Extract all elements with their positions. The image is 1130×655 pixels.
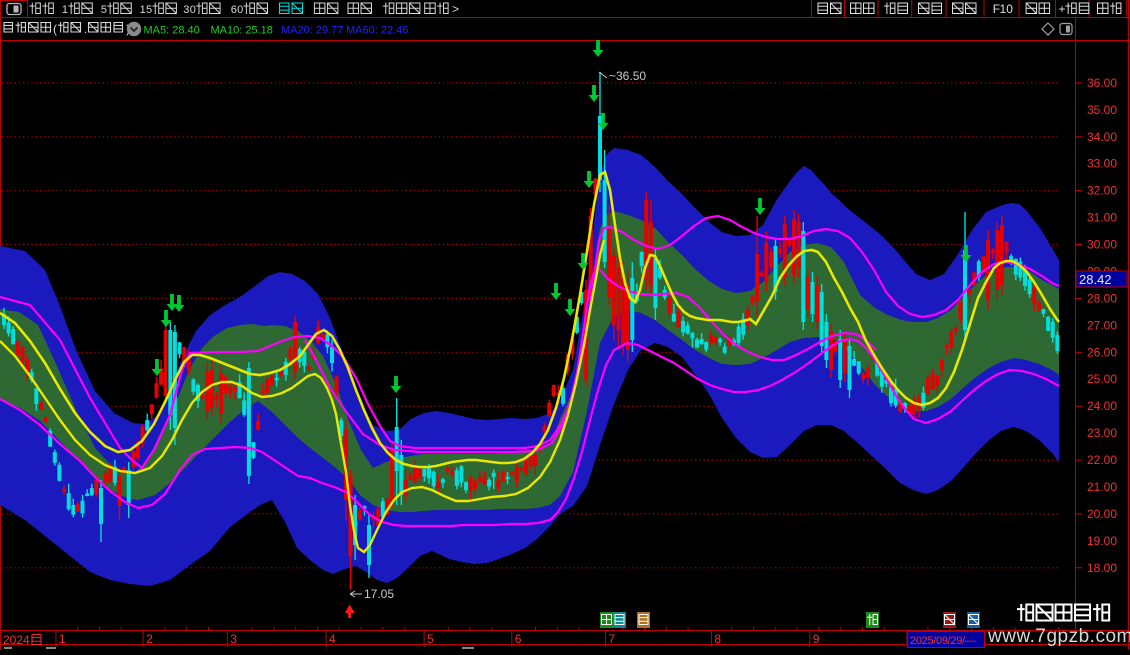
svg-text:3: 3 (183, 4, 189, 16)
svg-text:.: . (84, 22, 87, 36)
svg-text:~36.50: ~36.50 (609, 69, 646, 83)
svg-text:2024: 2024 (3, 633, 30, 647)
svg-text:22.00: 22.00 (1087, 453, 1117, 467)
svg-text:23.00: 23.00 (1087, 426, 1117, 440)
svg-text:+: + (1059, 2, 1066, 16)
svg-text:MA5: 28.40: MA5: 28.40 (144, 25, 200, 37)
svg-text:www.7gpzb.com: www.7gpzb.com (987, 626, 1130, 647)
svg-text:1: 1 (140, 4, 146, 16)
svg-text:28.42: 28.42 (1079, 272, 1112, 287)
svg-text:MA20: 29.77: MA20: 29.77 (281, 25, 343, 37)
svg-text:MA10: 25.18: MA10: 25.18 (211, 25, 273, 37)
svg-text:34.00: 34.00 (1087, 130, 1117, 144)
svg-text:33.00: 33.00 (1087, 157, 1117, 171)
svg-text:26.00: 26.00 (1087, 345, 1117, 359)
svg-text:36.00: 36.00 (1087, 76, 1117, 90)
svg-text:28.00: 28.00 (1087, 291, 1117, 305)
svg-text:31.00: 31.00 (1087, 211, 1117, 225)
svg-text:32.00: 32.00 (1087, 184, 1117, 198)
svg-text:21.00: 21.00 (1087, 480, 1117, 494)
svg-text:2025/09/29/—: 2025/09/29/— (910, 635, 976, 647)
svg-text:17.05: 17.05 (364, 587, 394, 601)
svg-text:9: 9 (813, 632, 820, 646)
svg-text:0: 0 (1006, 2, 1013, 16)
svg-text:3: 3 (230, 632, 237, 646)
svg-text:7: 7 (608, 632, 615, 646)
svg-text:2: 2 (146, 632, 153, 646)
svg-text:6: 6 (515, 632, 522, 646)
svg-text:27.00: 27.00 (1087, 318, 1117, 332)
svg-text:5: 5 (101, 4, 107, 16)
svg-text:(: ( (53, 22, 57, 36)
svg-text:8: 8 (714, 632, 721, 646)
svg-text:25.00: 25.00 (1087, 372, 1117, 386)
svg-text:4: 4 (329, 632, 336, 646)
svg-text:24.00: 24.00 (1087, 399, 1117, 413)
svg-text:0: 0 (237, 4, 243, 16)
svg-text:0: 0 (190, 4, 196, 16)
svg-text:MA60: 22.46: MA60: 22.46 (346, 25, 408, 37)
svg-text:20.00: 20.00 (1087, 507, 1117, 521)
svg-text:5: 5 (146, 4, 152, 16)
svg-text:1: 1 (62, 4, 68, 16)
svg-text:35.00: 35.00 (1087, 103, 1117, 117)
svg-text:5: 5 (427, 632, 434, 646)
svg-text:6: 6 (231, 4, 237, 16)
svg-text:1: 1 (59, 632, 66, 646)
svg-text:>: > (452, 2, 459, 16)
svg-text:18.00: 18.00 (1087, 561, 1117, 575)
svg-text:19.00: 19.00 (1087, 534, 1117, 548)
svg-text:30.00: 30.00 (1087, 238, 1117, 252)
